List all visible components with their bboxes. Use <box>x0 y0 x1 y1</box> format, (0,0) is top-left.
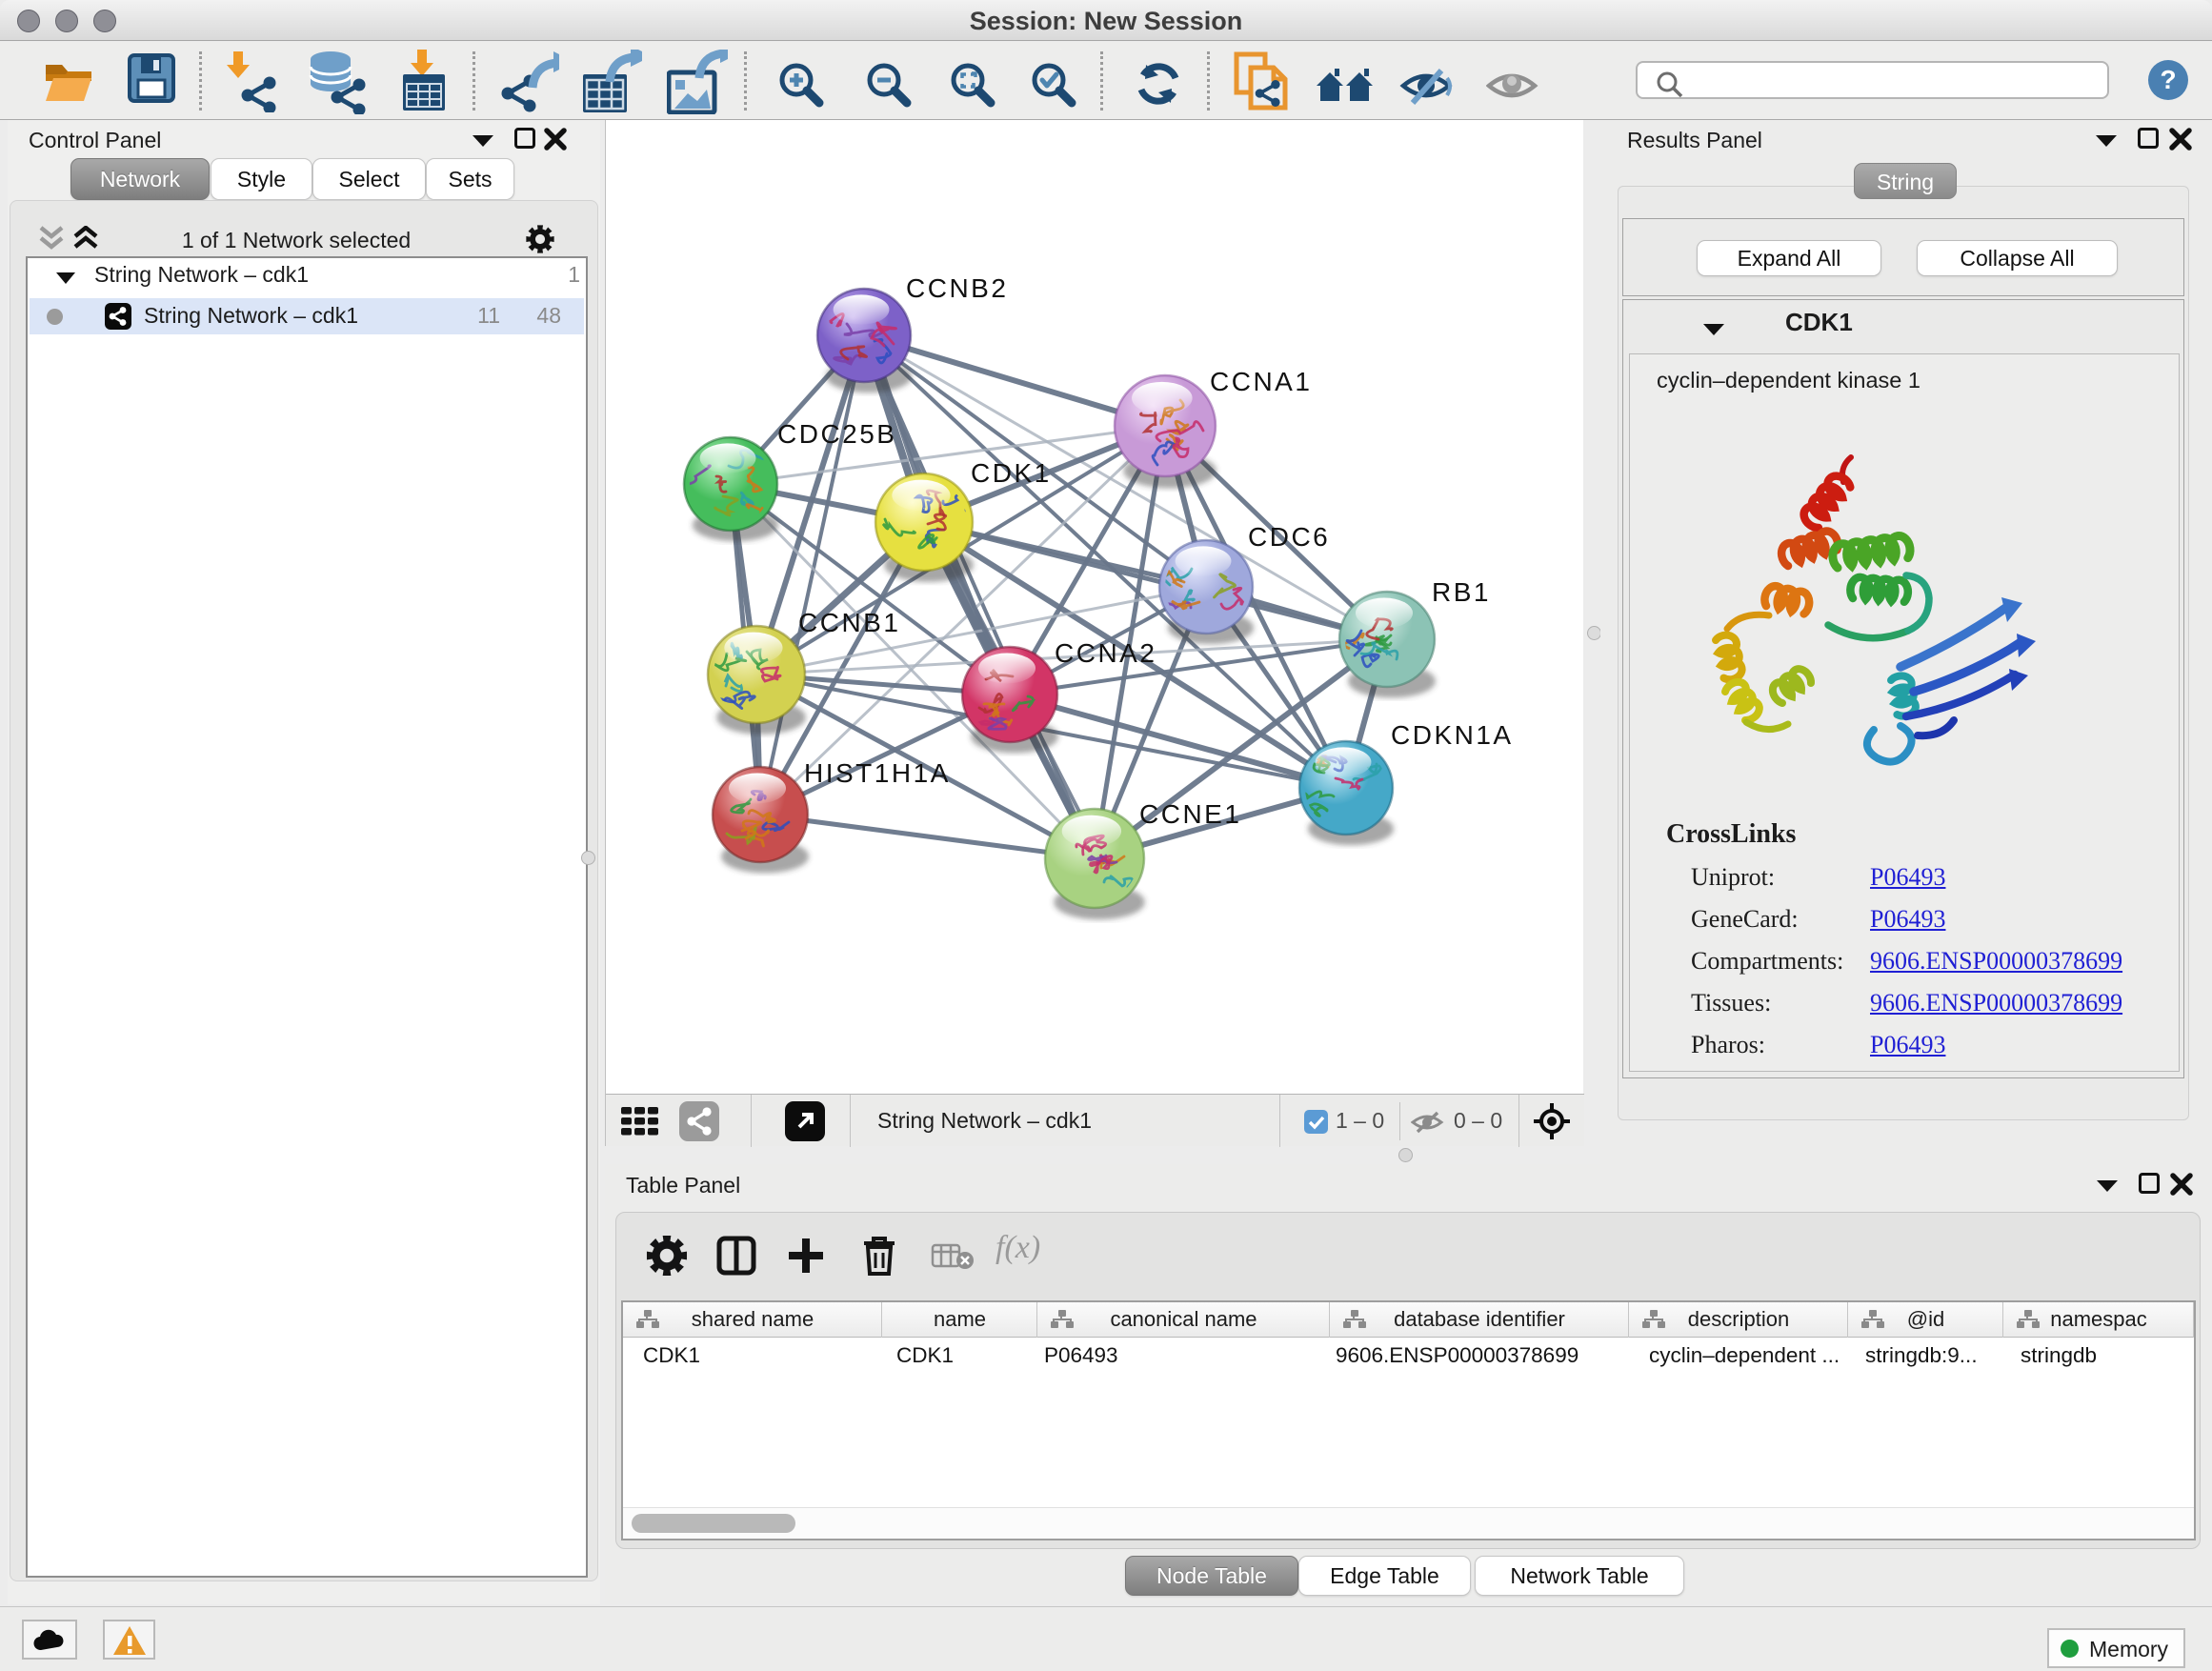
svg-text:CCNA1: CCNA1 <box>1210 367 1312 396</box>
svg-text:CDC6: CDC6 <box>1248 522 1330 552</box>
svg-text:HIST1H1A: HIST1H1A <box>804 758 951 788</box>
svg-text:CDK1: CDK1 <box>971 458 1052 488</box>
svg-text:CCNA2: CCNA2 <box>1055 638 1156 668</box>
svg-text:CCNE1: CCNE1 <box>1139 799 1241 829</box>
svg-text:CDKN1A: CDKN1A <box>1391 720 1514 750</box>
svg-text:RB1: RB1 <box>1432 577 1491 607</box>
svg-text:CDC25B: CDC25B <box>777 419 896 449</box>
svg-text:CCNB2: CCNB2 <box>906 273 1008 303</box>
svg-text:CCNB1: CCNB1 <box>798 608 900 637</box>
